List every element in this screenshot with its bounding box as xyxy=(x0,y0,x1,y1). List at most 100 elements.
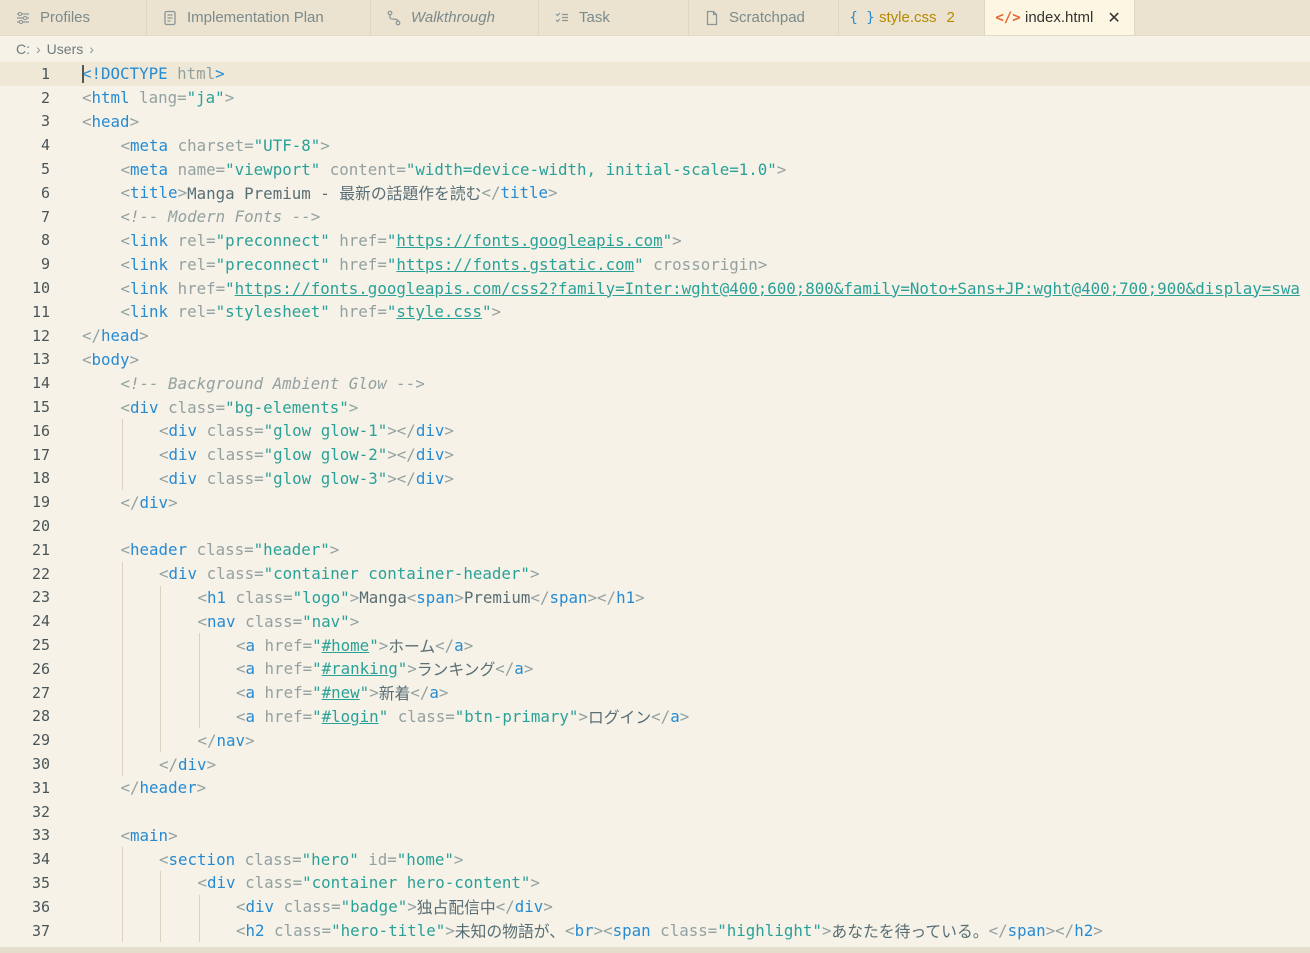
code-token: Manga xyxy=(359,587,407,607)
code-line[interactable]: 35 < div class= "container hero-content" > xyxy=(0,871,1310,895)
tab-task[interactable]: Task xyxy=(539,0,689,35)
code-token: "hero" xyxy=(301,849,359,869)
code-content: < main > xyxy=(121,824,178,848)
checklist-icon xyxy=(553,9,571,27)
code-token: < xyxy=(159,849,169,869)
code-line[interactable]: 21 < header class= "header" > xyxy=(0,538,1310,562)
code-content: < div class= "badge" > 独占配信中 </div > xyxy=(236,895,553,919)
code-line[interactable]: 9 < link rel= "preconnect" href= " https://fo… xyxy=(0,252,1310,276)
line-number: 17 xyxy=(31,445,50,464)
indent-guide xyxy=(198,894,200,919)
code-line[interactable]: 33 < main > xyxy=(0,824,1310,848)
code-line[interactable]: 26 < a href= " #ranking " > ランキング </a > xyxy=(0,656,1310,681)
line-number: 33 xyxy=(31,826,50,845)
tab-walkthrough[interactable]: Walkthrough xyxy=(371,0,539,35)
code-line[interactable]: 2 < html lang= "ja" > xyxy=(0,86,1310,110)
code-token: > xyxy=(444,421,454,441)
code-line[interactable]: 32 xyxy=(0,800,1310,824)
horizontal-scrollbar[interactable] xyxy=(0,947,1310,953)
code-content: < div class= "glow glow-2" ></div > xyxy=(159,443,454,467)
code-token: > xyxy=(407,897,417,917)
code-line[interactable]: 29 </nav > xyxy=(0,728,1310,753)
code-line[interactable]: 18 < div class= "glow glow-3" ></div > xyxy=(0,466,1310,491)
code-line[interactable]: 36 < div class= "badge" > 独占配信中 </div > xyxy=(0,894,1310,919)
code-line[interactable]: 24 < nav class= "nav" > xyxy=(0,609,1310,634)
code-token: href= xyxy=(255,683,313,703)
code-content: < div class= "glow glow-1" ></div > xyxy=(159,419,454,443)
code-token: < xyxy=(120,825,131,845)
line-number: 32 xyxy=(31,802,50,821)
code-line[interactable]: 25 < a href= " #home " > ホーム </a > xyxy=(0,633,1310,657)
code-line[interactable]: 27 < a href= " #new " > 新着 </a > xyxy=(0,680,1310,705)
code-line[interactable]: 23 < h1 class= "logo" > Manga < span > Premium </s… xyxy=(0,585,1310,610)
code-line[interactable]: 31 </header > xyxy=(0,776,1310,800)
code-line[interactable]: 1 <!DOCTYPE html > xyxy=(0,62,1310,86)
code-token: " xyxy=(386,254,397,274)
code-line[interactable]: 19 </div > xyxy=(0,490,1310,514)
tab-profiles[interactable]: Profiles xyxy=(0,0,147,35)
code-token: https://fonts.googleapis.com xyxy=(396,230,663,250)
code-line[interactable]: 4 < meta charset= "UTF-8" > xyxy=(0,133,1310,157)
code-line[interactable]: 13 < body > xyxy=(0,348,1310,372)
code-line[interactable]: 10 < link href= " https://fonts.googleapis.c… xyxy=(0,276,1310,300)
breadcrumb-item[interactable]: Users xyxy=(47,41,84,57)
code-line[interactable]: 28 < a href= " #login " class= "btn-primary" > ロ… xyxy=(0,704,1310,729)
code-line[interactable]: 6 < title > Manga Premium - 最新の話題作を読む </title… xyxy=(0,181,1310,205)
code-token: > xyxy=(348,397,359,417)
code-line[interactable]: 7 <!-- Modern Fonts --> xyxy=(0,205,1310,229)
tab-index-html[interactable]: </> index.html ✕ xyxy=(985,0,1135,35)
tab-style-css[interactable]: { } style.css 2 xyxy=(839,0,985,35)
code-token: > xyxy=(530,873,540,893)
indent-guide xyxy=(121,680,123,705)
close-icon[interactable]: ✕ xyxy=(1107,8,1120,28)
tab-label: Implementation Plan xyxy=(187,9,324,26)
file-icon xyxy=(703,9,721,27)
code-token: charset= xyxy=(168,135,254,155)
code-token: class= xyxy=(235,611,303,631)
code-token: id= xyxy=(358,849,397,869)
code-token: meta xyxy=(130,135,169,155)
indent-guide xyxy=(160,894,161,919)
code-line[interactable]: 15 < div class= "bg-elements" > xyxy=(0,395,1310,419)
code-token: > xyxy=(821,921,832,941)
text-cursor xyxy=(82,65,84,83)
code-line[interactable]: 12 </head > xyxy=(0,324,1310,348)
code-line[interactable]: 16 < div class= "glow glow-1" ></div > xyxy=(0,418,1310,443)
code-line[interactable]: 34 < section class= "hero" id= "home" > xyxy=(0,847,1310,872)
code-line[interactable]: 17 < div class= "glow glow-2" ></div > xyxy=(0,442,1310,467)
indent-guide xyxy=(160,609,161,634)
code-token: "container container-header" xyxy=(263,564,530,584)
code-line[interactable]: 37 < h2 class= "hero-title" > 未知の物語が、 < br >< spa… xyxy=(0,918,1310,943)
code-content: < link rel= "preconnect" href= " https://fon… xyxy=(121,229,682,253)
code-line[interactable]: 22 < div class= "container container-header… xyxy=(0,561,1310,586)
code-token: "preconnect" xyxy=(215,254,330,274)
code-line[interactable]: 5 < meta name= "viewport" content= "width=de… xyxy=(0,157,1310,181)
code-token: a xyxy=(245,635,256,655)
indent-guide xyxy=(121,728,123,753)
code-token: link xyxy=(130,254,169,274)
code-line[interactable]: 14 <!-- Background Ambient Glow --> xyxy=(0,371,1310,395)
breadcrumb-item[interactable]: C: xyxy=(16,41,30,57)
code-token: ></ xyxy=(387,421,416,441)
code-token: ></ xyxy=(387,468,416,488)
code-token: main xyxy=(130,825,169,845)
code-token: "glow glow-1" xyxy=(263,421,388,441)
code-content: < link rel= "stylesheet" href= " style.css " > xyxy=(121,300,502,324)
code-line[interactable]: 3 < head > xyxy=(0,110,1310,134)
line-number: 3 xyxy=(40,112,50,131)
code-line[interactable]: 11 < link rel= "stylesheet" href= " style.css… xyxy=(0,300,1310,324)
code-content: </head > xyxy=(82,324,149,348)
code-token: rel= xyxy=(168,254,216,274)
code-token: href= xyxy=(329,254,387,274)
code-line[interactable]: 30 </div > xyxy=(0,752,1310,776)
code-content: < a href= " #home " > ホーム </a > xyxy=(236,633,473,657)
code-editor[interactable]: 1 <!DOCTYPE html >2 < html lang= "ja" >3 < head >… xyxy=(0,62,1310,953)
code-line[interactable]: 8 < link rel= "preconnect" href= " https://fo… xyxy=(0,229,1310,253)
line-number: 27 xyxy=(31,683,50,702)
code-line[interactable]: 20 xyxy=(0,514,1310,538)
code-token: < xyxy=(120,254,131,274)
tab-scratchpad[interactable]: Scratchpad xyxy=(689,0,839,35)
code-token: href= xyxy=(329,302,387,322)
code-token: div xyxy=(415,421,445,441)
tab-implementation-plan[interactable]: Implementation Plan xyxy=(147,0,371,35)
